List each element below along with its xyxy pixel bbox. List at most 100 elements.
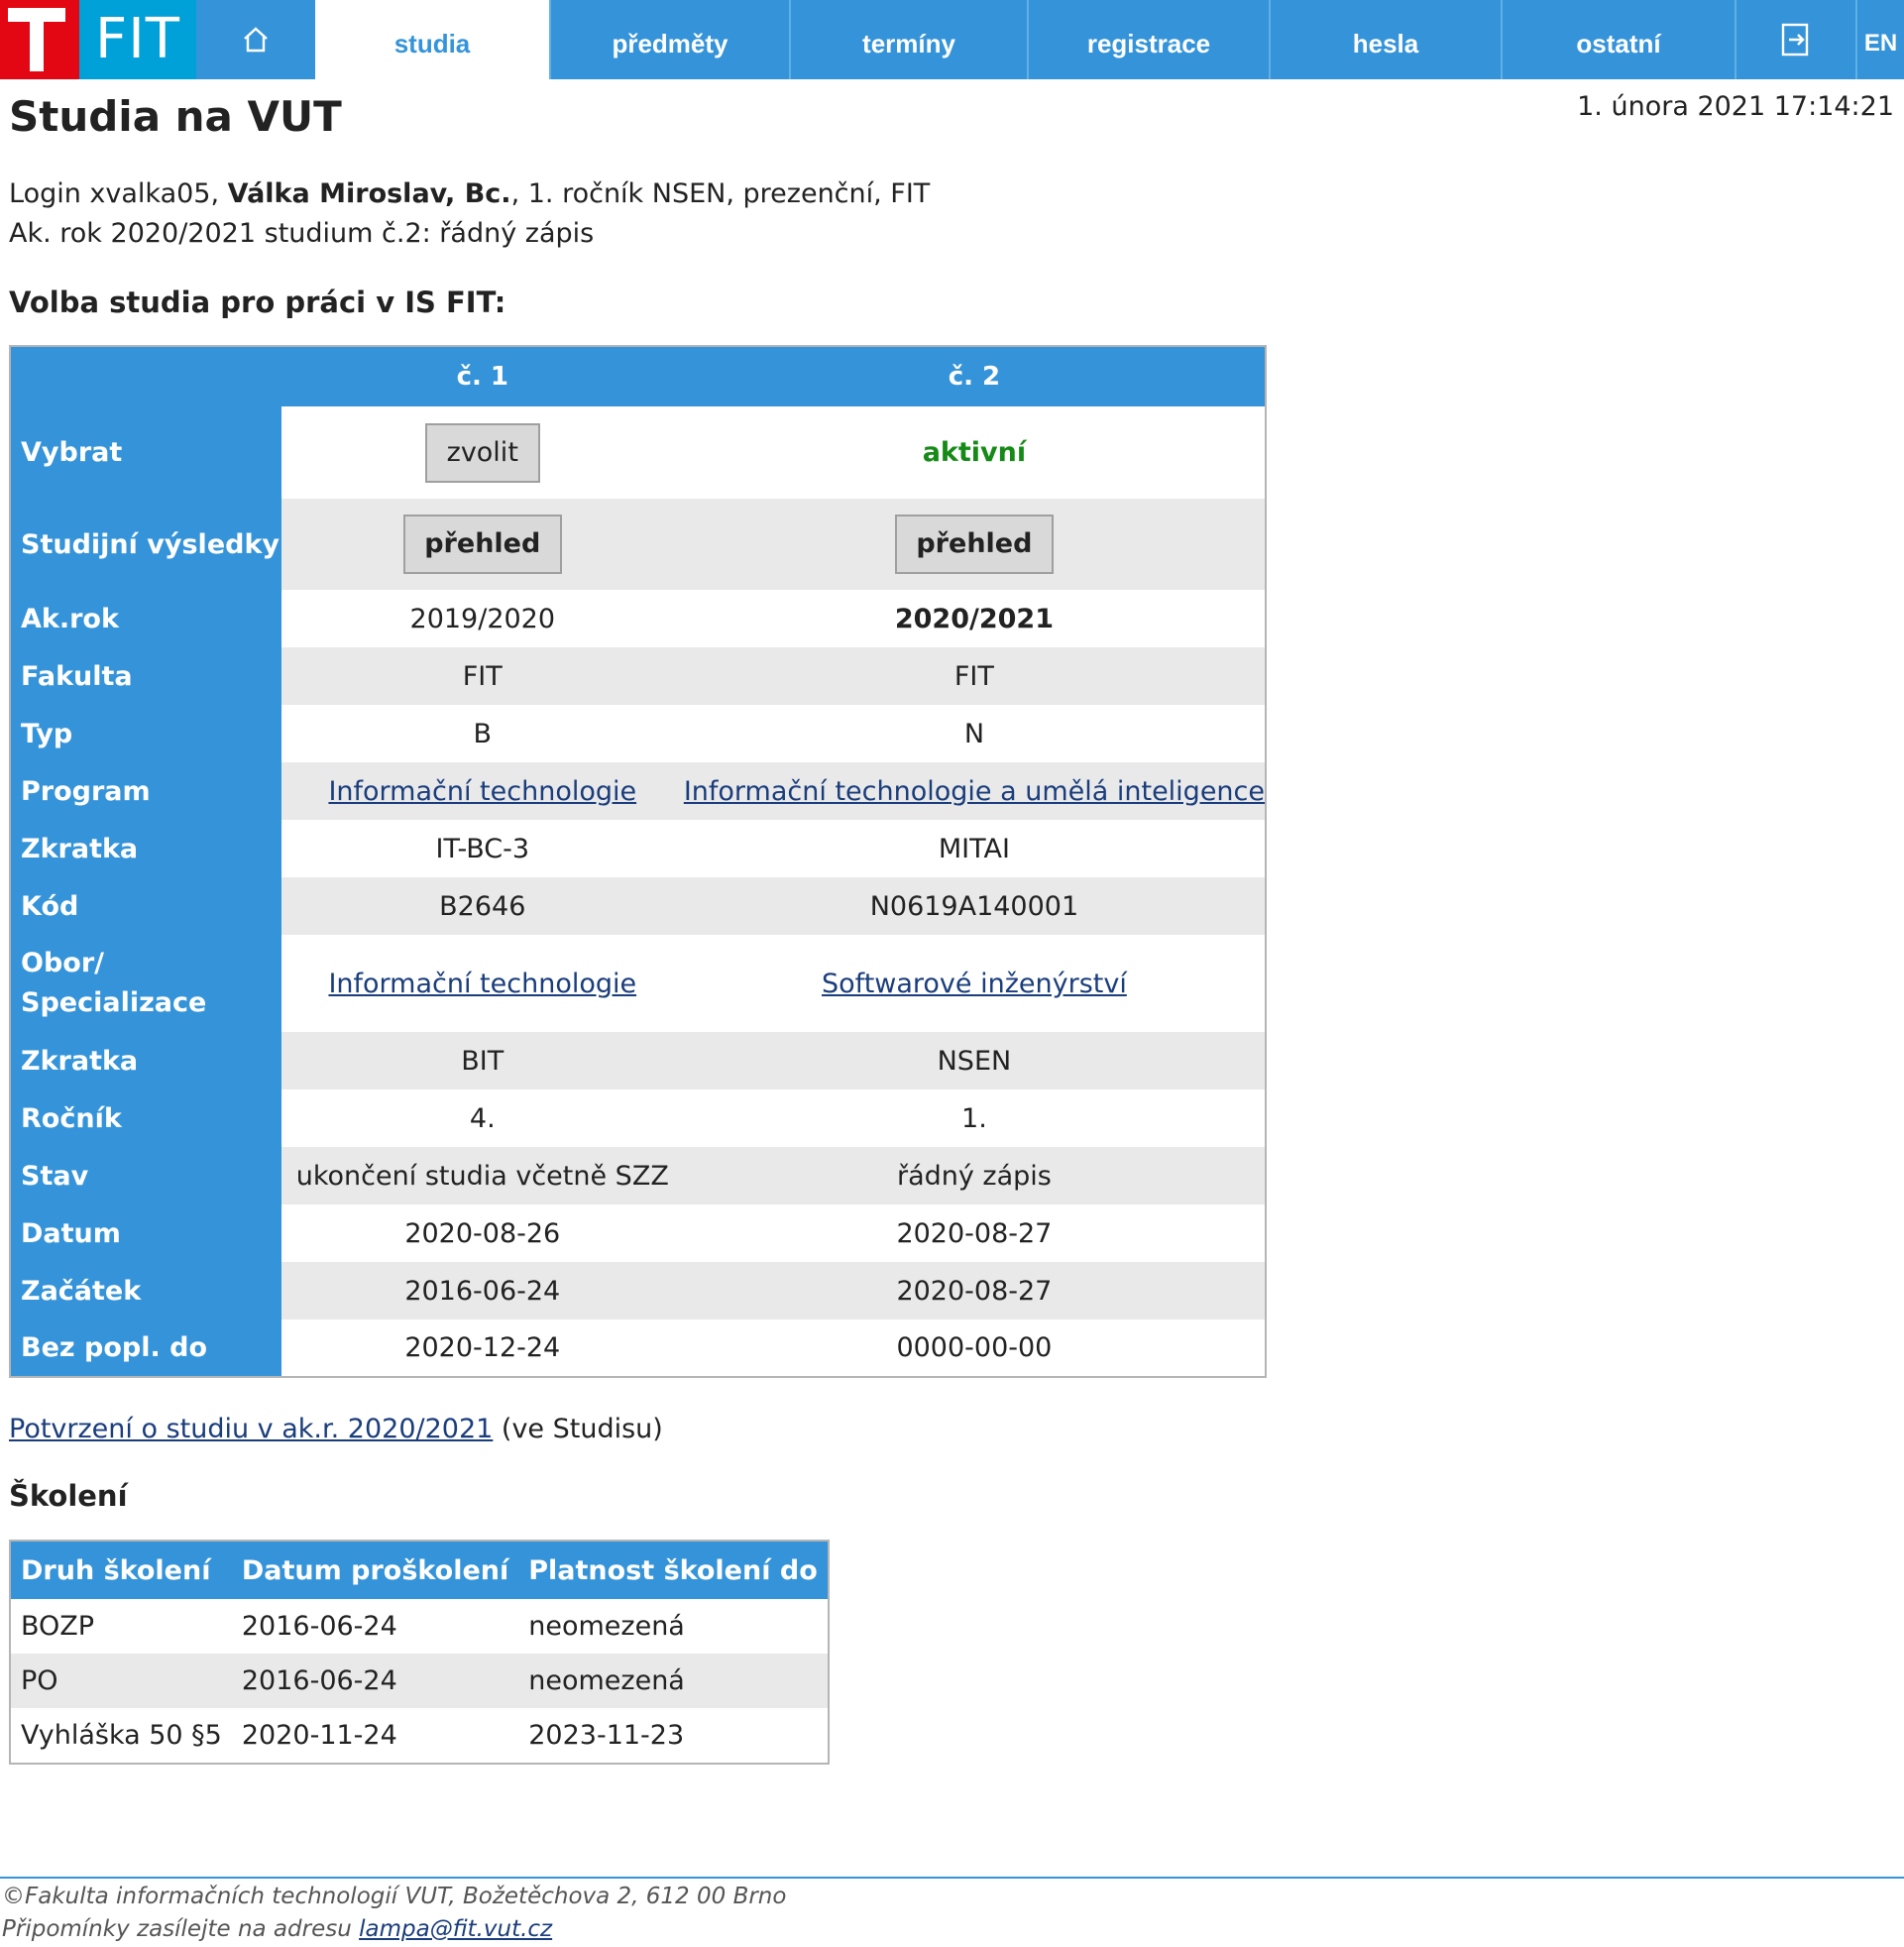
column-header-study-2: č. 2 xyxy=(683,346,1266,406)
training-platnost: neomezená xyxy=(518,1654,829,1708)
cell-typ-1: B xyxy=(280,705,684,762)
study-confirmation: Potvrzení o studiu v ak.r. 2020/2021 (ve… xyxy=(9,1414,663,1444)
training-header-platnost: Platnost školení do xyxy=(518,1541,829,1599)
field-link-1[interactable]: Informační technologie xyxy=(328,969,636,999)
footer-contact: Připomínky zasílejte na adresu lampa@fit… xyxy=(2,1916,552,1942)
row-label-akrok: Ak.rok xyxy=(10,590,281,647)
student-info: Login xvalka05, Válka Miroslav, Bc., 1. … xyxy=(9,178,930,209)
login-prefix: Login xvalka05, xyxy=(9,178,228,209)
training-header-row: Druh školení Datum proškolení Platnost š… xyxy=(10,1541,829,1599)
study-confirmation-suffix: (ve Studisu) xyxy=(493,1414,663,1444)
cell-typ-2: N xyxy=(683,705,1266,762)
nav-tab-terminy[interactable]: termíny xyxy=(789,0,1027,79)
nav-home[interactable] xyxy=(196,0,315,79)
row-label-zacatek: Začátek xyxy=(10,1262,281,1319)
table-row-typ: Typ B N xyxy=(10,705,1266,762)
cell-stav-2: řádný zápis xyxy=(683,1147,1266,1204)
training-datum: 2016-06-24 xyxy=(231,1654,519,1708)
study-selection-title: Volba studia pro práci v IS FIT: xyxy=(9,286,506,319)
cell-zkratka-program-2: MITAI xyxy=(683,820,1266,877)
cell-program-2: Informační technologie a umělá inteligen… xyxy=(683,762,1266,820)
nav-language-en[interactable]: EN xyxy=(1855,0,1904,79)
table-row-zkratka-program: Zkratka IT-BC-3 MITAI xyxy=(10,820,1266,877)
cell-akrok-2: 2020/2021 xyxy=(683,590,1266,647)
fit-logo[interactable]: FIT xyxy=(79,0,196,79)
row-label-rocnik: Ročník xyxy=(10,1089,281,1147)
select-study-button[interactable]: zvolit xyxy=(424,422,540,483)
study-confirmation-link[interactable]: Potvrzení o studiu v ak.r. 2020/2021 xyxy=(9,1414,493,1444)
cell-fakulta-2: FIT xyxy=(683,647,1266,705)
training-row: PO 2016-06-24 neomezená xyxy=(10,1654,829,1708)
login-suffix: , 1. ročník NSEN, prezenční, FIT xyxy=(510,178,931,209)
top-navigation: FIT studia předměty termíny registrace h… xyxy=(0,0,1904,79)
table-row-kod: Kód B2646 N0619A140001 xyxy=(10,877,1266,935)
footer-email-link[interactable]: lampa@fit.vut.cz xyxy=(359,1916,552,1942)
footer-address: ©Fakulta informačních technologií VUT, B… xyxy=(2,1884,787,1909)
row-label-stav: Stav xyxy=(10,1147,281,1204)
cell-vybrat-2: aktivní xyxy=(683,406,1266,499)
table-row-vybrat: Vybrat zvolit aktivní xyxy=(10,406,1266,499)
nav-tab-studia[interactable]: studia xyxy=(315,0,549,79)
row-label-obor-line1: Obor/ xyxy=(21,948,105,978)
study-selection-table: č. 1 č. 2 Vybrat zvolit aktivní Studijní… xyxy=(9,345,1267,1378)
row-label-obor: Obor/Specializace xyxy=(10,935,281,1032)
vut-t-icon xyxy=(8,8,65,71)
training-platnost: neomezená xyxy=(528,1611,685,1642)
table-row-bezpopl: Bez popl. do 2020-12-24 0000-00-00 xyxy=(10,1319,1266,1377)
cell-zacatek-1: 2016-06-24 xyxy=(280,1262,684,1319)
cell-rocnik-2: 1. xyxy=(683,1089,1266,1147)
cell-program-1: Informační technologie xyxy=(280,762,684,820)
row-label-datum: Datum xyxy=(10,1204,281,1262)
row-label-zkratka-program: Zkratka xyxy=(10,820,281,877)
table-row-zacatek: Začátek 2016-06-24 2020-08-27 xyxy=(10,1262,1266,1319)
training-datum: 2020-11-24 xyxy=(241,1720,397,1751)
table-row-stav: Stav ukončení studia včetně SZZ řádný zá… xyxy=(10,1147,1266,1204)
results-overview-button-2[interactable]: přehled xyxy=(894,515,1054,574)
table-row-vysledky: Studijní výsledky přehled přehled xyxy=(10,499,1266,590)
program-link-1[interactable]: Informační technologie xyxy=(328,776,636,807)
table-corner xyxy=(10,346,281,406)
training-header-datum: Datum proškolení xyxy=(231,1541,519,1599)
logout-icon xyxy=(1781,23,1809,57)
training-druh: Vyhláška 50 §5 xyxy=(21,1720,222,1751)
cell-rocnik-1: 4. xyxy=(280,1089,684,1147)
row-label-obor-line2: Specializace xyxy=(21,987,207,1018)
table-row-fakulta: Fakulta FIT FIT xyxy=(10,647,1266,705)
cell-vysledky-1: přehled xyxy=(280,499,684,590)
student-name: Válka Miroslav, Bc. xyxy=(227,178,511,209)
cell-zkratka-obor-1: BIT xyxy=(280,1032,684,1089)
home-icon xyxy=(244,27,268,53)
cell-vybrat-1: zvolit xyxy=(280,406,684,499)
nav-logout[interactable] xyxy=(1735,0,1855,79)
cell-obor-2: Softwarové inženýrství xyxy=(683,935,1266,1032)
cell-bezpopl-1: 2020-12-24 xyxy=(280,1319,684,1377)
nav-tab-registrace[interactable]: registrace xyxy=(1027,0,1269,79)
table-row-datum: Datum 2020-08-26 2020-08-27 xyxy=(10,1204,1266,1262)
cell-akrok-1: 2019/2020 xyxy=(280,590,684,647)
nav-tab-hesla[interactable]: hesla xyxy=(1269,0,1501,79)
training-druh: BOZP xyxy=(21,1611,95,1642)
results-overview-button-1[interactable]: přehled xyxy=(402,515,562,574)
cell-fakulta-1: FIT xyxy=(280,647,684,705)
training-platnost: 2023-11-23 xyxy=(528,1720,685,1751)
row-label-kod: Kód xyxy=(10,877,281,935)
row-label-zkratka-obor: Zkratka xyxy=(10,1032,281,1089)
training-datum: 2016-06-24 xyxy=(241,1611,397,1642)
table-header-row: č. 1 č. 2 xyxy=(10,346,1266,406)
footer-contact-prefix: Připomínky zasílejte na adresu xyxy=(2,1916,360,1942)
field-link-2[interactable]: Softwarové inženýrství xyxy=(822,969,1127,999)
vut-logo[interactable] xyxy=(0,0,79,79)
academic-year-info: Ak. rok 2020/2021 studium č.2: řádný záp… xyxy=(9,218,595,249)
training-header-druh: Druh školení xyxy=(10,1541,232,1599)
column-header-study-1: č. 1 xyxy=(280,346,684,406)
table-row-zkratka-obor: Zkratka BIT NSEN xyxy=(10,1032,1266,1089)
table-row-rocnik: Ročník 4. 1. xyxy=(10,1089,1266,1147)
training-druh: PO xyxy=(10,1654,232,1708)
cell-zacatek-2: 2020-08-27 xyxy=(683,1262,1266,1319)
nav-tab-ostatni[interactable]: ostatní xyxy=(1501,0,1735,79)
cell-kod-1: B2646 xyxy=(280,877,684,935)
program-link-2[interactable]: Informační technologie a umělá inteligen… xyxy=(684,776,1265,807)
nav-tab-predmety[interactable]: předměty xyxy=(549,0,789,79)
row-label-typ: Typ xyxy=(10,705,281,762)
cell-zkratka-program-1: IT-BC-3 xyxy=(280,820,684,877)
